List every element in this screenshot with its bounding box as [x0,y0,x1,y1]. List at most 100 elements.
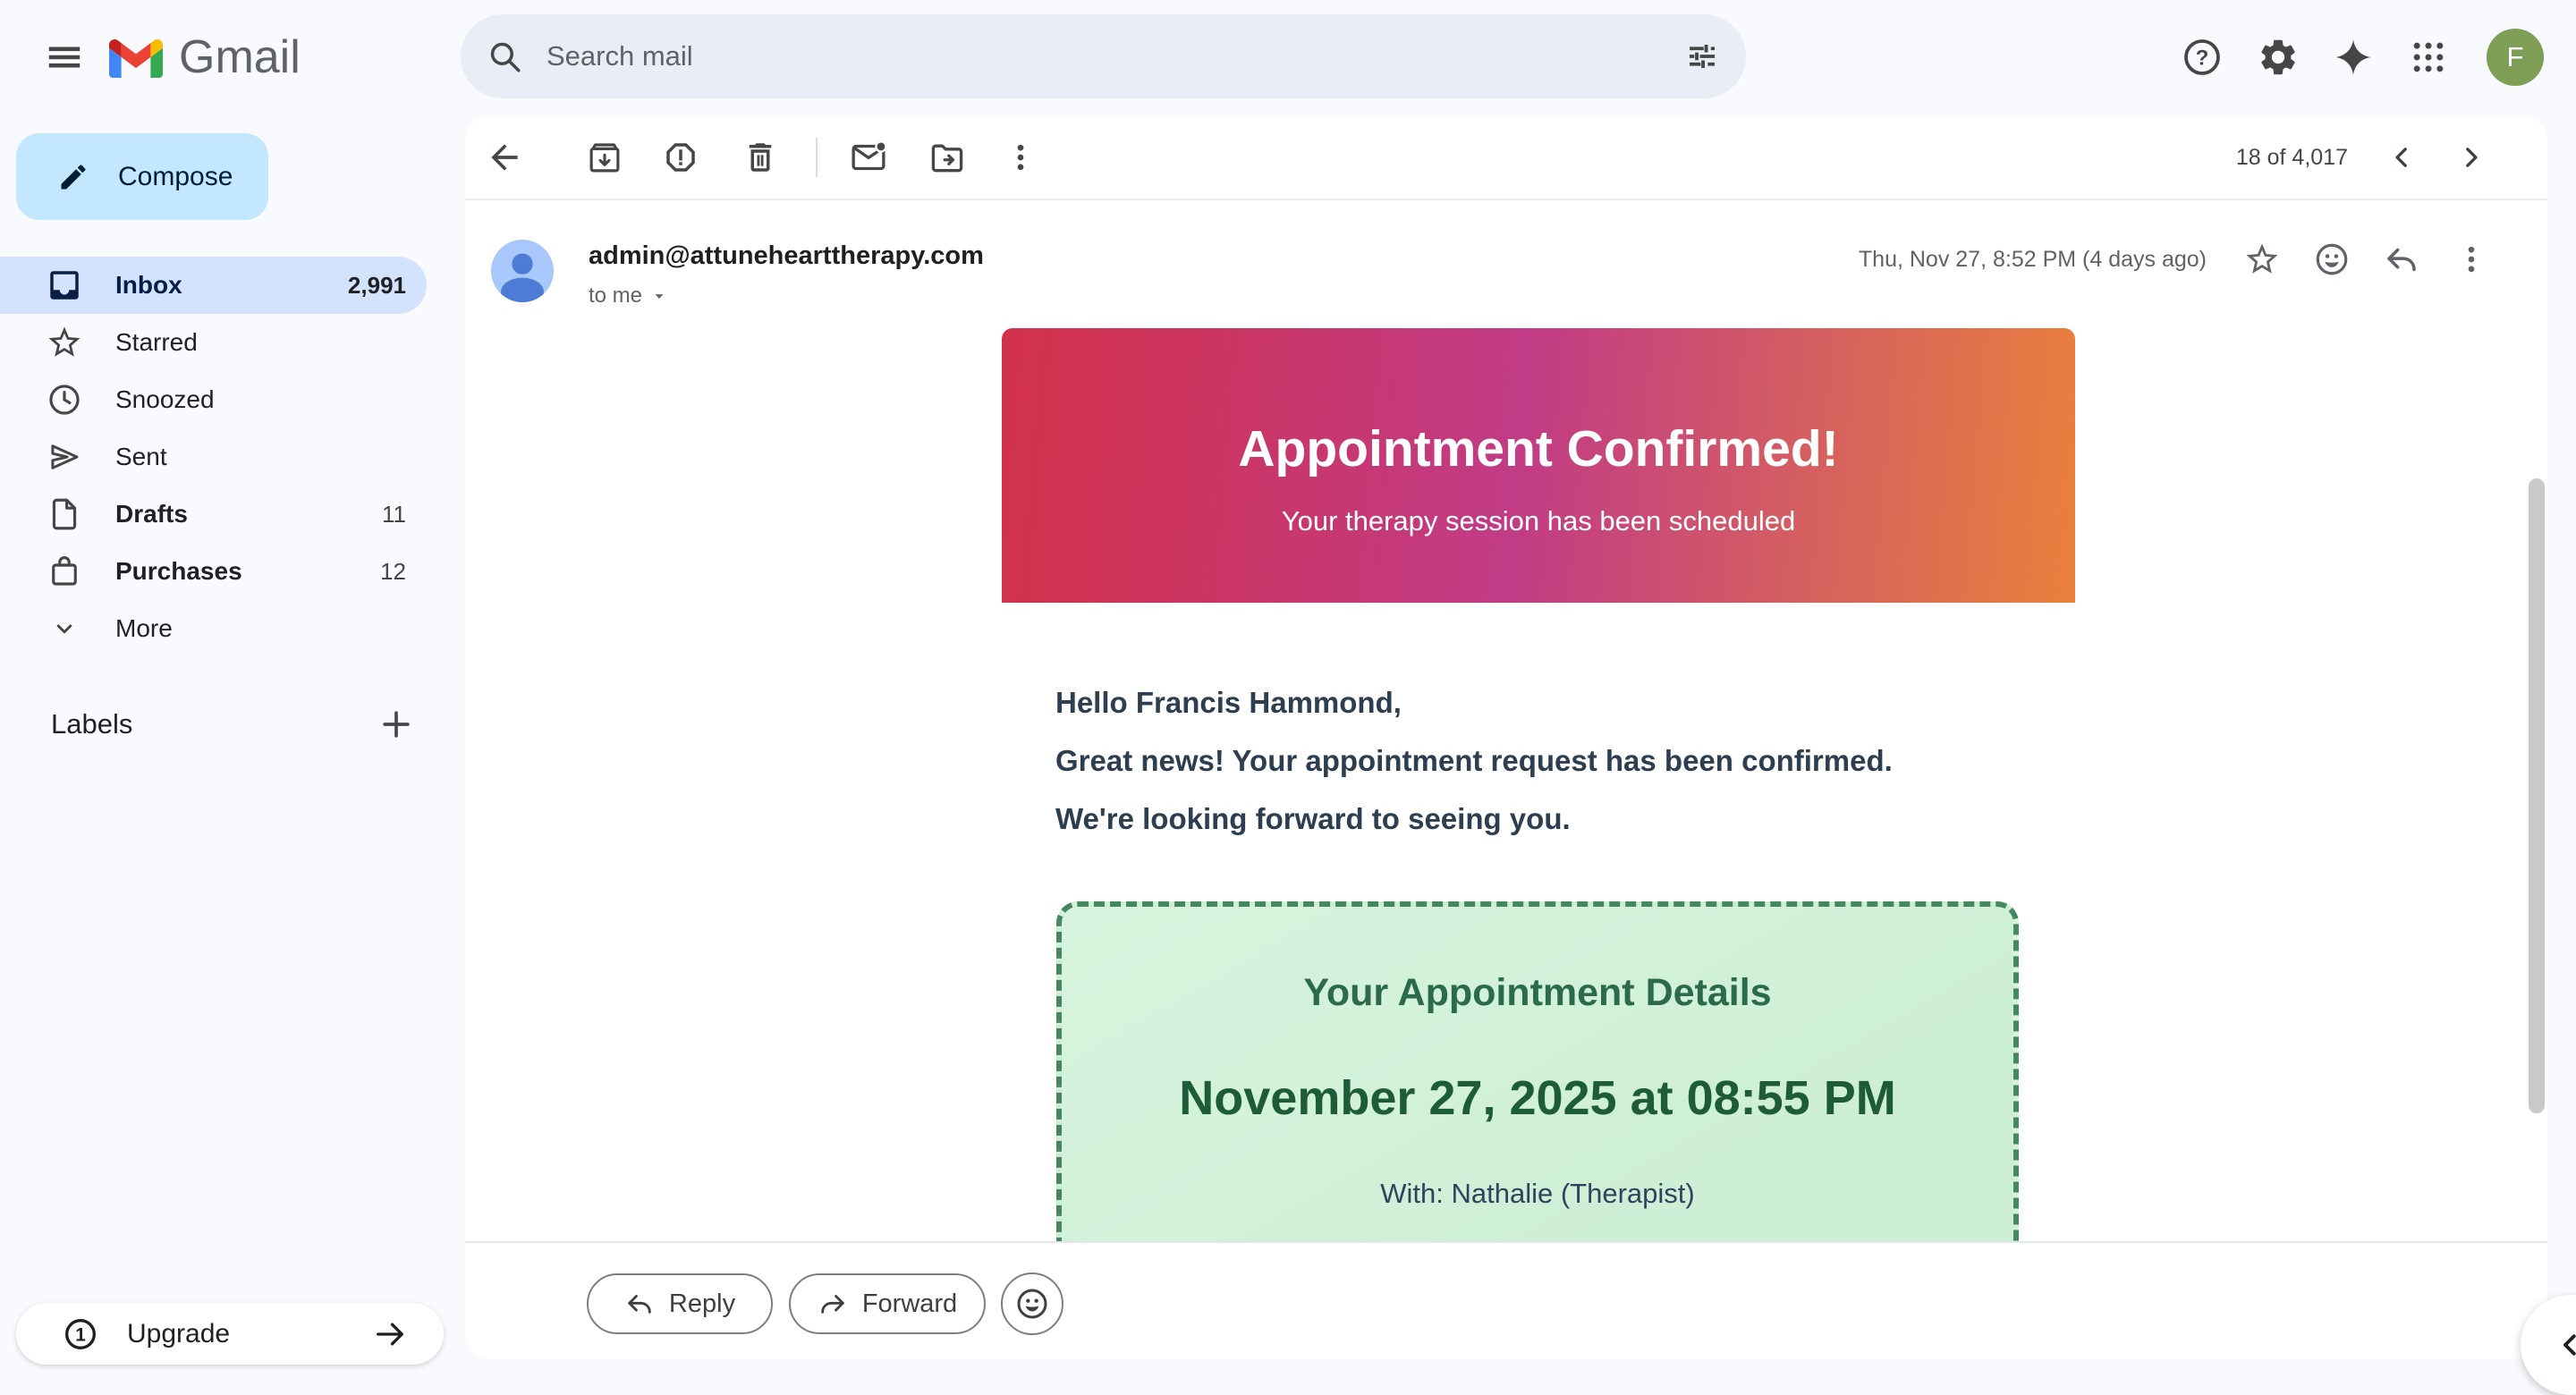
tune-icon[interactable] [1683,38,1721,75]
account-avatar[interactable]: F [2487,29,2544,86]
help-button[interactable]: ? [2177,32,2227,82]
search-bar[interactable] [461,14,1746,98]
main-menu-button[interactable] [25,18,104,97]
svg-text:?: ? [2196,46,2209,71]
reply-icon [624,1289,655,1319]
recipient-row[interactable]: to me [589,283,984,309]
emoji-reaction-button[interactable] [2310,238,2353,281]
arrow-right-icon [372,1316,408,1352]
upgrade-button[interactable]: 1 Upgrade [16,1303,444,1365]
back-icon [485,138,524,177]
sidebar-item-inbox[interactable]: Inbox 2,991 [0,257,427,314]
star-icon [2243,241,2281,278]
footer-divider [465,1241,2547,1243]
inbox-icon [45,266,84,305]
dropdown-arrow-icon [651,288,667,304]
recipient-label: to me [589,283,642,309]
settings-icon [2257,36,2300,79]
chevron-down-icon [45,609,84,648]
star-message-button[interactable] [2241,238,2284,281]
banner-subtitle: Your therapy session has been scheduled [1002,505,2075,537]
svg-text:1: 1 [75,1324,86,1345]
delete-icon [741,139,779,176]
banner-title: Appointment Confirmed! [1002,419,2075,478]
labels-title: Labels [51,708,132,740]
menu-icon [44,37,85,78]
sidebar-item-purchases[interactable]: Purchases 12 [0,543,427,600]
delete-button[interactable] [739,136,782,179]
message-more-button[interactable] [2450,238,2493,281]
add-label-button[interactable] [375,703,418,746]
prev-icon [2386,142,2417,173]
pagination-counter: 18 of 4,017 [2236,145,2348,171]
sidebar-item-starred[interactable]: Starred [0,314,427,371]
report-spam-button[interactable] [659,136,702,179]
older-button[interactable] [2450,136,2493,179]
back-button[interactable] [483,136,526,179]
sidebar-item-label: Snoozed [115,385,215,414]
sidebar-item-label: More [115,614,173,643]
emoji-icon [1014,1286,1050,1322]
sidebar-item-more[interactable]: More [0,600,427,657]
reply-header-button[interactable] [2380,238,2423,281]
labels-header: Labels [0,696,427,753]
topbar: Gmail ? [0,0,2576,114]
search-input[interactable] [547,40,1683,72]
drafts-icon [45,495,84,534]
apps-grid-button[interactable] [2403,32,2453,82]
compose-pencil-icon [57,161,89,193]
sender-email[interactable]: admin@attunehearttherapy.com [589,241,984,271]
mark-unread-button[interactable] [847,136,890,179]
details-datetime: November 27, 2025 at 08:55 PM [1062,1070,2013,1126]
forward-button[interactable]: Forward [789,1273,986,1334]
reply-icon [2383,241,2420,278]
sidebar-item-label: Starred [115,328,198,357]
toolbar-separator [816,138,818,177]
gmail-wordmark: Gmail [179,30,301,84]
add-icon [377,705,416,744]
sidebar-item-count: 12 [380,558,406,586]
gemini-button[interactable] [2328,32,2378,82]
archive-icon [586,139,623,176]
search-icon[interactable] [486,38,523,75]
appointment-details-box: Your Appointment Details November 27, 20… [1056,901,2019,1241]
purchases-icon [45,552,84,591]
snooze-icon [45,380,84,419]
sidebar-item-label: Drafts [115,500,188,528]
sender-avatar[interactable] [491,240,554,302]
sidebar-item-label: Purchases [115,557,242,586]
sidebar-item-count: 2,991 [348,272,406,300]
emoji-icon [2313,241,2351,278]
move-to-button[interactable] [926,136,969,179]
details-title: Your Appointment Details [1062,971,2013,1015]
sidebar-item-label: Inbox [115,271,182,300]
scrollbar[interactable] [2529,478,2545,1113]
newer-button[interactable] [2380,136,2423,179]
archive-button[interactable] [583,136,626,179]
confirmation-line: Great news! Your appointment request has… [1055,731,2093,790]
help-icon: ? [2181,36,2224,79]
greeting-line: Hello Francis Hammond, [1055,673,2093,731]
add-reaction-button[interactable] [1001,1272,1063,1335]
sidebar-item-drafts[interactable]: Drafts 11 [0,486,427,543]
compose-button[interactable]: Compose [16,133,268,220]
sent-icon [45,437,84,477]
reply-button[interactable]: Reply [587,1273,773,1334]
collapse-icon [2555,1329,2576,1361]
star-icon [45,323,84,362]
more-options-button[interactable] [999,136,1042,179]
email-greeting-block: Hello Francis Hammond, Great news! Your … [1055,673,2093,848]
message-header: admin@attunehearttherapy.com to me Thu, … [465,199,2547,313]
sidebar-item-snoozed[interactable]: Snoozed [0,371,427,428]
sidebar-item-count: 11 [382,501,406,528]
sidebar-item-sent[interactable]: Sent [0,428,427,486]
message-date: Thu, Nov 27, 8:52 PM (4 days ago) [1859,247,2207,273]
gmail-logo: Gmail [109,27,301,88]
sidebar: Compose Inbox 2,991 Starred Snoozed [0,114,465,1391]
settings-button[interactable] [2253,32,2303,82]
sidebar-item-label: Sent [115,443,167,471]
gmail-m-icon [109,38,163,78]
details-therapist: With: Nathalie (Therapist) [1062,1178,2013,1210]
report-spam-icon [662,139,699,176]
more-vert-icon [2453,241,2489,277]
